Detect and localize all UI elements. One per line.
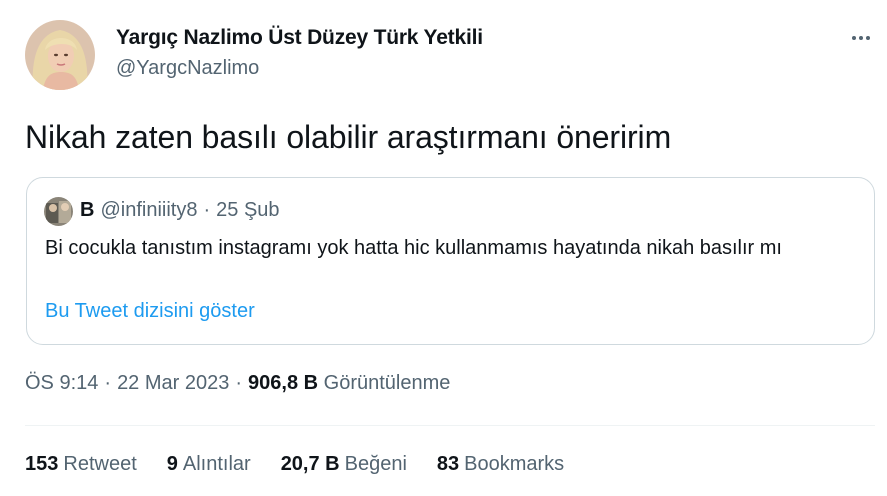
- stat-count: 20,7 B: [280, 453, 340, 475]
- tweet-meta: ÖS 9:14 · 22 Mar 2023 · 906,8 B Görüntül…: [25, 372, 450, 395]
- quoted-separator: ·: [203, 199, 211, 221]
- more-dot: [866, 36, 870, 40]
- likes-stat[interactable]: 20,7 B Beğeni: [281, 453, 407, 476]
- stat-label: Beğeni: [344, 453, 407, 475]
- views-label: Görüntülenme: [323, 372, 451, 394]
- author-handle[interactable]: @YargcNazlimo: [116, 57, 259, 80]
- tweet-time[interactable]: ÖS 9:14: [25, 372, 98, 395]
- meta-separator: ·: [104, 372, 112, 394]
- meta-separator: ·: [235, 372, 243, 394]
- quoted-date: 25 Şub: [216, 199, 280, 221]
- stat-label: Alıntılar: [182, 453, 251, 475]
- quoted-tweet[interactable]: B @infiniiity8 · 25 Şub Bi cocukla tanıs…: [26, 177, 875, 345]
- views-count: 906,8 B: [248, 372, 319, 394]
- tweet-date[interactable]: 22 Mar 2023: [117, 372, 229, 395]
- show-thread-link[interactable]: Bu Tweet dizisini göster: [45, 300, 255, 323]
- quoted-header: B @infiniiity8 · 25 Şub: [80, 199, 280, 222]
- stat-count: 9: [166, 453, 178, 475]
- more-dot: [852, 36, 856, 40]
- tweet-text: Nikah zaten basılı olabilir araştırmanı …: [25, 119, 672, 155]
- engagement-stats: 153 Retweet 9 Alıntılar 20,7 B Beğeni 83…: [25, 453, 594, 476]
- stat-count: 153: [25, 453, 59, 475]
- more-horizontal-icon[interactable]: [846, 28, 876, 48]
- quoted-avatar[interactable]: [44, 197, 73, 226]
- quotes-stat[interactable]: 9 Alıntılar: [167, 453, 251, 476]
- author-display-name[interactable]: Yargıç Nazlimo Üst Düzey Türk Yetkili: [116, 26, 483, 50]
- stat-count: 83: [436, 453, 460, 475]
- bookmarks-stat[interactable]: 83 Bookmarks: [437, 453, 564, 476]
- author-avatar[interactable]: [25, 20, 95, 90]
- quoted-name: B: [80, 199, 95, 221]
- quoted-text: Bi cocukla tanıstım instagramı yok hatta…: [45, 237, 782, 259]
- quoted-handle: @infiniiity8: [100, 199, 198, 221]
- divider: [25, 425, 875, 426]
- more-dot: [859, 36, 863, 40]
- stat-label: Retweet: [63, 453, 137, 475]
- retweets-stat[interactable]: 153 Retweet: [25, 453, 137, 476]
- stat-label: Bookmarks: [464, 453, 565, 475]
